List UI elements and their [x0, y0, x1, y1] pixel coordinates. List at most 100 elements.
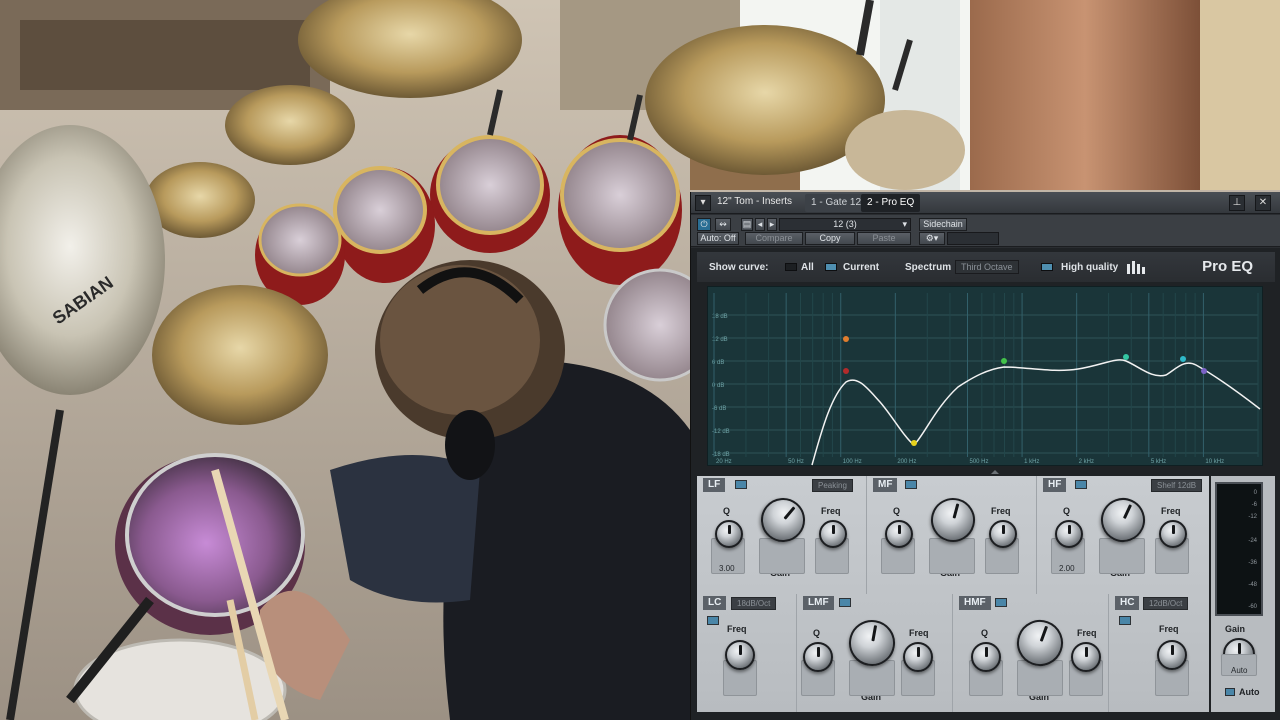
- q-value-hf: 2.00: [1059, 564, 1075, 573]
- freq-knob-lc[interactable]: [725, 640, 755, 670]
- pin-icon[interactable]: ⊥: [1229, 195, 1245, 211]
- band-enable-mf[interactable]: [905, 480, 917, 489]
- paste-button[interactable]: Paste: [857, 232, 911, 245]
- freq-tick-label: 10 kHz: [1205, 459, 1224, 465]
- spectrum-label: Spectrum: [905, 262, 952, 273]
- band-hf: HF Shelf 12dB Q Freq Gain 2.00: [1037, 476, 1209, 594]
- band-enable-hf[interactable]: [1075, 480, 1087, 489]
- lmf-handle: [911, 440, 917, 446]
- high-quality-label: High quality: [1061, 262, 1119, 273]
- db-tick-label: -12 dB: [712, 429, 730, 435]
- mode-lc[interactable]: 18dB/Oct: [731, 597, 777, 610]
- plugin-titlebar: ▾ 12" Tom - Inserts 1 - Gate 12 2 - Pro …: [691, 192, 1280, 214]
- q-knob-hf[interactable]: [1055, 520, 1083, 548]
- freq-knob-hmf[interactable]: [1071, 642, 1101, 672]
- eq-header: Show curve: All Current Spectrum Third O…: [697, 252, 1275, 282]
- power-icon[interactable]: ⏻: [697, 218, 711, 231]
- eq-curve-graph[interactable]: 18 dB 12 dB 6 dB 0 dB -6 dB -12 dB -18 dB 20 Hz…: [707, 286, 1263, 466]
- output-section: 0 -6 -12 -24 -36 -48 -60 Gain Auto Auto: [1211, 476, 1275, 712]
- band-enable-lmf[interactable]: [839, 598, 851, 607]
- gain-value-box-lf: [759, 538, 805, 574]
- settings-gear-icon[interactable]: ⚙▾: [919, 232, 945, 245]
- automation-icon[interactable]: ↭: [715, 218, 731, 231]
- freq-tick-label: 1 kHz: [1024, 459, 1039, 465]
- q-knob-hmf[interactable]: [971, 642, 1001, 672]
- tab-gate[interactable]: 1 - Gate 12: [805, 194, 868, 212]
- output-gain-label: Gain: [1225, 624, 1246, 634]
- sidechain-button[interactable]: Sidechain: [919, 218, 967, 231]
- band-label-hmf: HMF: [959, 596, 991, 610]
- freq-label-hc: Freq: [1159, 624, 1179, 634]
- sidechain-source-field[interactable]: [947, 232, 999, 245]
- prev-preset-icon[interactable]: ◂: [755, 218, 765, 231]
- freq-tick-label: 100 Hz: [843, 459, 862, 465]
- q-label-hf: Q: [1063, 506, 1071, 516]
- mode-lf[interactable]: Peaking: [812, 479, 853, 492]
- freq-knob-mf[interactable]: [989, 520, 1017, 548]
- freq-label-hmf: Freq: [1077, 628, 1097, 638]
- band-label-hf: HF: [1043, 478, 1067, 492]
- freq-tick-label: 200 Hz: [897, 459, 916, 465]
- all-curve-toggle[interactable]: [785, 263, 797, 271]
- meter-scale-2: -12: [1248, 514, 1257, 520]
- band-label-lf: LF: [703, 478, 726, 492]
- db-tick-label: -18 dB: [712, 452, 730, 458]
- band-lmf: LMF Q Freq Gain: [797, 594, 953, 712]
- freq-label-lf: Freq: [821, 506, 841, 516]
- freq-tick-label: 20 Hz: [716, 459, 732, 465]
- freq-tick-label: 50 Hz: [788, 459, 804, 465]
- meter-scale-5: -48: [1248, 582, 1257, 588]
- preset-value: 12 (3): [833, 219, 857, 229]
- band-hc: HC 12dB/Oct Freq: [1109, 594, 1209, 712]
- band-enable-hc[interactable]: [1119, 616, 1131, 625]
- lf-handle: [843, 336, 849, 342]
- freq-knob-hf[interactable]: [1159, 520, 1187, 548]
- high-quality-toggle[interactable]: [1041, 263, 1053, 271]
- freq-knob-lf[interactable]: [819, 520, 847, 548]
- preset-list-icon[interactable]: ▤: [741, 218, 753, 231]
- band-mf: MF Q Freq Gain: [867, 476, 1037, 594]
- close-icon[interactable]: ✕: [1255, 195, 1271, 211]
- compare-button[interactable]: Compare: [745, 232, 803, 245]
- tab-pro-eq[interactable]: 2 - Pro EQ: [861, 194, 921, 212]
- freq-label-mf: Freq: [991, 506, 1011, 516]
- meter-scale-1: -6: [1251, 502, 1257, 508]
- eq-body: Show curve: All Current Spectrum Third O…: [691, 248, 1280, 720]
- q-knob-lmf[interactable]: [803, 642, 833, 672]
- video-frame: SABIAN ▾ 12" Tom - Inserts 1 - Gate 12 2…: [0, 0, 1280, 720]
- spectrum-mode-button[interactable]: Third Octave: [955, 260, 1019, 274]
- meter-scale-4: -36: [1248, 560, 1257, 566]
- output-gain-value: Auto: [1231, 666, 1248, 675]
- window-menu-chevron-icon[interactable]: ▾: [695, 195, 711, 211]
- q-label-mf: Q: [893, 506, 901, 516]
- gain-value-box-hf: [1099, 538, 1145, 574]
- pro-eq-plugin-window: ▾ 12" Tom - Inserts 1 - Gate 12 2 - Pro …: [690, 192, 1280, 720]
- band-enable-lf[interactable]: [735, 480, 747, 489]
- lc-handle: [843, 368, 849, 374]
- track-title: 12" Tom - Inserts: [717, 196, 793, 207]
- chevron-down-icon: ▾: [902, 219, 907, 229]
- current-curve-toggle[interactable]: [825, 263, 837, 271]
- collapse-arrow-icon[interactable]: [991, 470, 999, 474]
- band-enable-hmf[interactable]: [995, 598, 1007, 607]
- auto-gain-label: Auto: [1239, 687, 1260, 697]
- mode-hc[interactable]: 12dB/Oct: [1143, 597, 1189, 610]
- freq-tick-label: 5 kHz: [1151, 459, 1166, 465]
- copy-button[interactable]: Copy: [805, 232, 855, 245]
- auto-off-button[interactable]: Auto: Off: [697, 232, 739, 245]
- output-level-meter: 0 -6 -12 -24 -36 -48 -60: [1215, 482, 1263, 616]
- band-label-hc: HC: [1115, 596, 1140, 610]
- q-value-lf: 3.00: [719, 564, 735, 573]
- q-knob-mf[interactable]: [885, 520, 913, 548]
- auto-gain-toggle[interactable]: [1225, 688, 1235, 696]
- band-enable-lc[interactable]: [707, 616, 719, 625]
- meter-scale-3: -24: [1248, 538, 1257, 544]
- next-preset-icon[interactable]: ▸: [767, 218, 777, 231]
- mode-hf[interactable]: Shelf 12dB: [1151, 479, 1203, 492]
- freq-knob-hc[interactable]: [1157, 640, 1187, 670]
- band-label-lc: LC: [703, 596, 727, 610]
- q-knob-lf[interactable]: [715, 520, 743, 548]
- band-label-mf: MF: [873, 478, 898, 492]
- preset-select[interactable]: 12 (3) ▾: [779, 218, 911, 231]
- freq-knob-lmf[interactable]: [903, 642, 933, 672]
